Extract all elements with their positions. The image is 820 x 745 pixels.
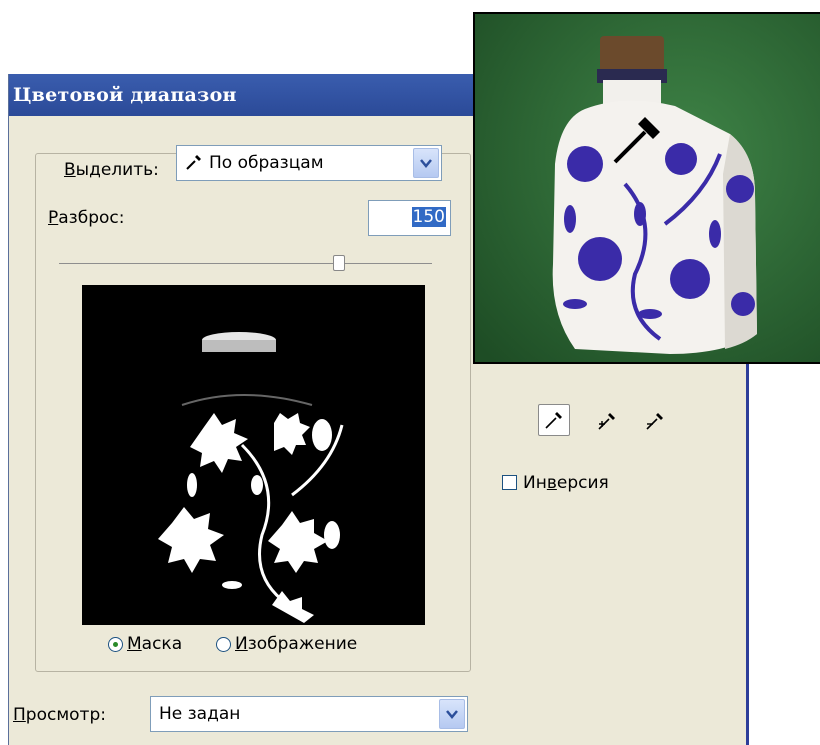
invert-checkbox[interactable] bbox=[502, 475, 517, 490]
display-label: Просмотр: bbox=[13, 705, 106, 725]
eyedropper-subtract-tool[interactable] bbox=[640, 404, 672, 436]
mask-radio-label[interactable]: Маска bbox=[127, 634, 182, 654]
bottle-photo bbox=[475, 14, 820, 362]
eyedropper-tool[interactable] bbox=[538, 404, 570, 436]
eyedropper-minus-icon bbox=[646, 413, 663, 430]
dialog-title: Цветовой диапазон bbox=[13, 84, 237, 106]
eyedropper-icon bbox=[545, 412, 562, 429]
fuzziness-slider-track[interactable] bbox=[59, 263, 432, 264]
eyedropper-plus-icon bbox=[598, 413, 615, 430]
select-label: Выделить: bbox=[62, 160, 161, 180]
preview-mask-image bbox=[82, 285, 425, 625]
source-image-preview bbox=[473, 12, 820, 364]
mask-illustration bbox=[158, 332, 344, 623]
chevron-down-icon[interactable] bbox=[413, 148, 439, 178]
radio-selected-dot bbox=[113, 642, 118, 647]
fuzziness-input[interactable]: 150 bbox=[368, 200, 451, 236]
invert-label[interactable]: Инверсия bbox=[523, 473, 609, 493]
fuzziness-label: Разброс: bbox=[48, 208, 125, 228]
display-dropdown[interactable]: Не задан bbox=[150, 696, 468, 732]
image-radio[interactable] bbox=[216, 637, 231, 652]
chevron-down-icon[interactable] bbox=[439, 699, 465, 729]
mask-radio[interactable] bbox=[108, 637, 123, 652]
fuzziness-slider-thumb[interactable] bbox=[332, 255, 345, 271]
image-radio-label[interactable]: Изображение bbox=[235, 634, 357, 654]
eyedropper-add-tool[interactable] bbox=[592, 404, 624, 436]
select-value: По образцам bbox=[185, 153, 324, 173]
select-dropdown[interactable]: По образцам bbox=[176, 145, 442, 181]
eyedropper-icon bbox=[186, 155, 201, 170]
